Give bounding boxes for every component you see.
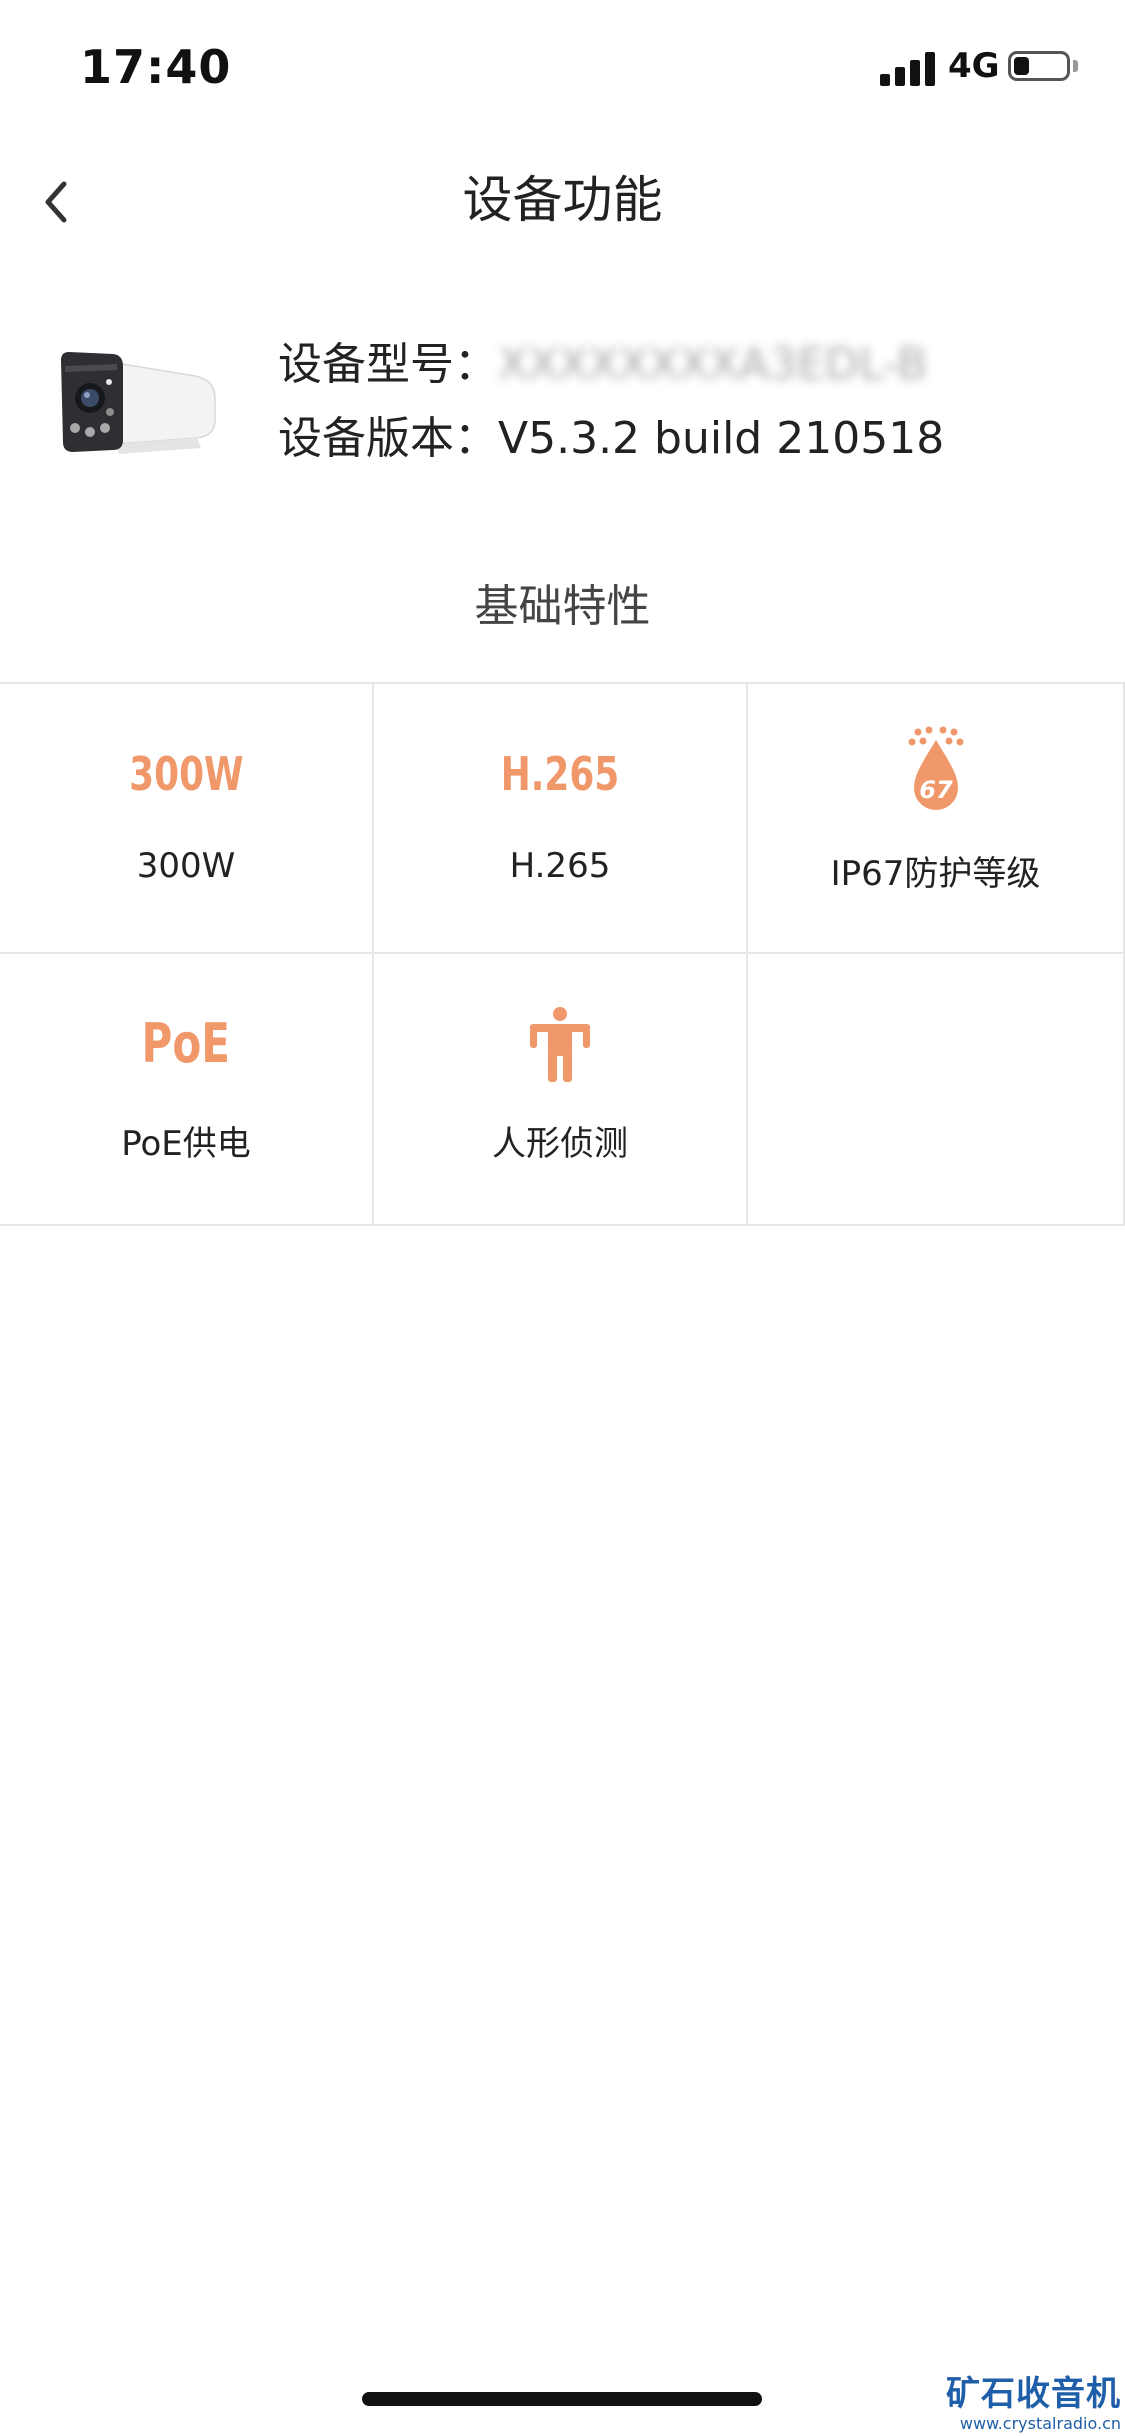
feature-300w[interactable]: 300W 300W <box>0 684 374 954</box>
feature-label: 300W <box>136 846 236 886</box>
status-bar: 17:40 4G <box>0 0 1125 140</box>
feature-label: 人形侦测 <box>492 1124 628 1164</box>
home-indicator[interactable] <box>362 2392 762 2406</box>
device-version-label: 设备版本： <box>278 413 498 464</box>
signal-strength-icon <box>880 52 936 86</box>
ip67-number: 67 <box>919 776 953 804</box>
device-model-value: XXXXXXXXA3EDL-B <box>498 339 928 390</box>
device-version-value: V5.3.2 build 210518 <box>498 413 945 464</box>
300w-icon: 300W <box>128 747 244 801</box>
feature-poe[interactable]: PoE PoE供电 <box>0 954 374 1224</box>
poe-icon: PoE <box>141 1012 231 1075</box>
network-type: 4G <box>948 46 1000 86</box>
feature-label: H.265 <box>509 846 611 886</box>
chevron-left-icon <box>45 181 67 223</box>
section-title: 基础特性 <box>474 581 651 632</box>
battery-icon <box>1008 51 1070 81</box>
camera-device-image <box>61 352 216 454</box>
nav-header: 设备功能 <box>0 140 1125 260</box>
feature-human-detection[interactable]: 人形侦测 <box>374 954 748 1224</box>
device-version-row: 设备版本：V5.3.2 build 210518 <box>278 402 944 476</box>
human-figure-icon <box>374 1004 746 1084</box>
feature-empty-cell <box>748 954 1125 1224</box>
back-button[interactable] <box>30 162 110 242</box>
device-info: 设备型号：XXXXXXXXA3EDL-B 设备版本：V5.3.2 build 2… <box>0 320 1125 480</box>
feature-label: PoE供电 <box>121 1124 251 1164</box>
watermark: 矿石收音机 www.crystalradio.cn <box>946 2374 1121 2434</box>
feature-grid: 300W 300W H.265 H.265 67 IP67防护等级 PoE Po… <box>0 682 1125 1226</box>
feature-label: IP67防护等级 <box>830 854 1041 894</box>
page-title: 设备功能 <box>462 171 663 229</box>
device-model-row: 设备型号：XXXXXXXXA3EDL-B <box>278 328 944 402</box>
feature-h265[interactable]: H.265 H.265 <box>374 684 748 954</box>
ip67-waterdrop-icon: 67 <box>748 726 1123 814</box>
device-model-label: 设备型号： <box>278 339 498 390</box>
h265-icon: H.265 <box>500 747 620 801</box>
status-time: 17:40 <box>80 40 232 94</box>
feature-ip67[interactable]: 67 IP67防护等级 <box>748 684 1125 954</box>
watermark-title: 矿石收音机 <box>946 2374 1121 2414</box>
battery-tip <box>1073 60 1078 72</box>
watermark-url: www.crystalradio.cn <box>959 2414 1121 2433</box>
